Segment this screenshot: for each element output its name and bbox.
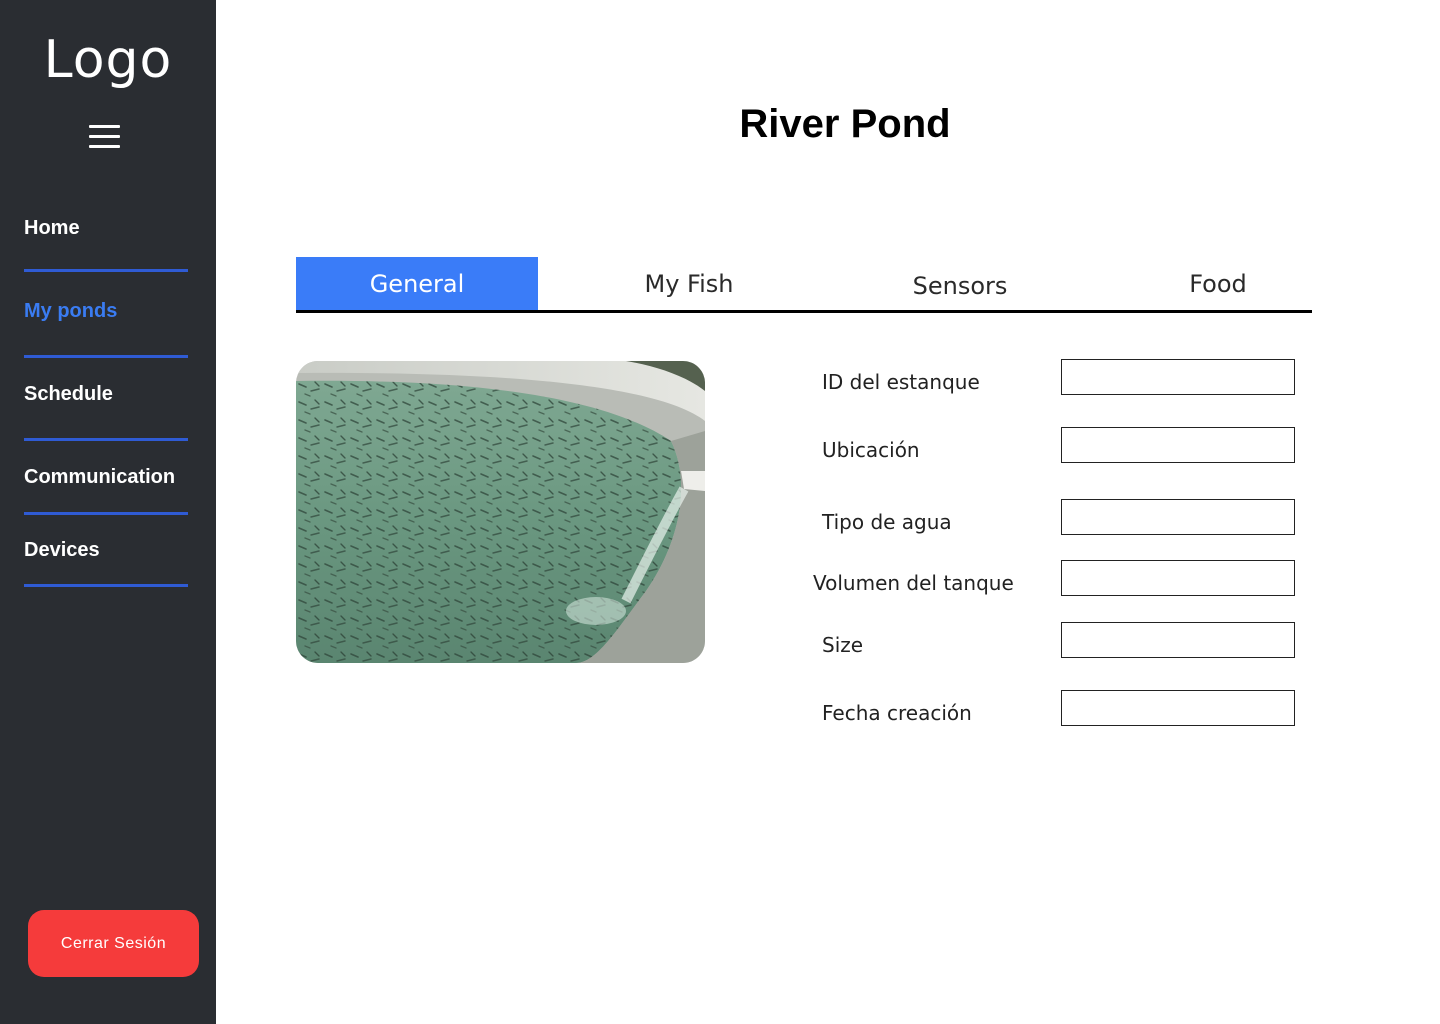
nav-divider <box>24 584 188 587</box>
nav-divider <box>24 438 188 441</box>
nav-item-my-ponds[interactable]: My ponds <box>24 300 194 323</box>
tank-volume-input[interactable] <box>1061 560 1295 596</box>
creation-date-input[interactable] <box>1061 690 1295 726</box>
water-type-input[interactable] <box>1061 499 1295 535</box>
nav-divider <box>24 512 188 515</box>
field-label-pond-id: ID del estanque <box>822 370 980 394</box>
nav-item-devices[interactable]: Devices <box>24 539 194 562</box>
nav-divider <box>24 355 188 358</box>
field-label-water-type: Tipo de agua <box>822 510 952 534</box>
tab-food[interactable]: Food <box>1100 257 1336 310</box>
nav-item-communication[interactable]: Communication <box>24 466 194 489</box>
field-label-tank-volume: Volumen del tanque <box>813 571 1014 595</box>
tab-sensors[interactable]: Sensors <box>830 257 1090 310</box>
field-label-location: Ubicación <box>822 438 920 462</box>
pond-id-input[interactable] <box>1061 359 1295 395</box>
nav-item-schedule[interactable]: Schedule <box>24 383 194 406</box>
nav-divider <box>24 269 188 272</box>
pond-image <box>296 361 705 663</box>
tab-my-fish[interactable]: My Fish <box>558 257 820 310</box>
tab-general[interactable]: General <box>296 257 538 310</box>
tab-bar: General My Fish Sensors Food <box>296 257 1312 313</box>
size-input[interactable] <box>1061 622 1295 658</box>
nav-item-home[interactable]: Home <box>24 217 194 240</box>
logo: Logo <box>43 30 173 90</box>
hamburger-menu-icon[interactable] <box>89 123 121 151</box>
sidebar: Logo Home My ponds Schedule Communicatio… <box>0 0 216 1024</box>
logout-button[interactable]: Cerrar Sesión <box>28 910 199 977</box>
location-input[interactable] <box>1061 427 1295 463</box>
page-title: River Pond <box>739 102 951 146</box>
field-label-size: Size <box>822 633 864 657</box>
field-label-creation-date: Fecha creación <box>822 701 972 725</box>
